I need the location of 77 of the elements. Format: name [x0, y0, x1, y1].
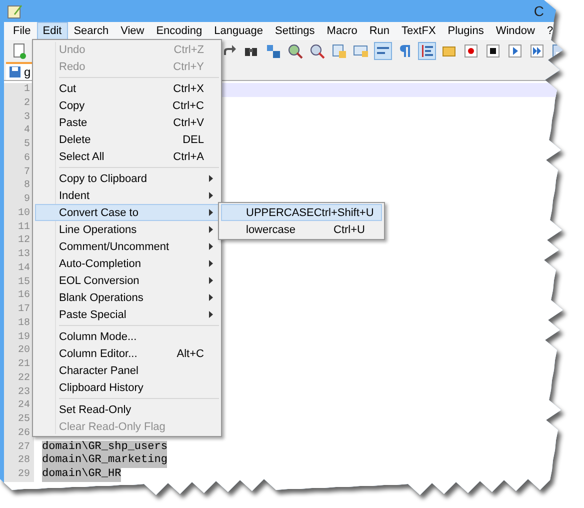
replace-icon [265, 43, 281, 59]
line-number: 17 [4, 303, 34, 317]
window-icon [331, 43, 347, 59]
line-number: 25 [4, 413, 34, 427]
menu-item[interactable]: Search [68, 22, 115, 40]
menu-item[interactable]: Window [490, 22, 541, 40]
line-number: 4 [4, 124, 34, 138]
fast-forward-icon [529, 43, 545, 59]
menu-entry[interactable]: Comment/Uncomment [35, 238, 219, 255]
menu-item[interactable]: File [7, 22, 37, 40]
stop-icon [485, 43, 501, 59]
menu-item[interactable]: Settings [269, 22, 321, 40]
menu-item[interactable]: Run [363, 22, 396, 40]
menu-entry[interactable]: Paste Ctrl+V [35, 114, 219, 131]
indent-guide-icon [419, 43, 435, 59]
submenu-arrow-icon [209, 243, 213, 250]
menu-entry[interactable]: Paste Special [35, 306, 219, 323]
line-number: 1 [4, 83, 34, 97]
submenu-arrow-icon [209, 277, 213, 284]
menu-entry[interactable]: Column Mode... [35, 328, 219, 345]
submenu-arrow-icon [209, 192, 213, 199]
zoom-in-icon [287, 43, 303, 59]
line-number: 20 [4, 344, 34, 358]
toolbar-button[interactable] [308, 42, 326, 60]
menu-entry[interactable]: Cut Ctrl+X [35, 80, 219, 97]
menu-item[interactable]: View [114, 22, 150, 40]
menu-item[interactable]: Language [208, 22, 270, 40]
record-icon [463, 43, 479, 59]
menu-entry[interactable]: Character Panel [35, 362, 219, 379]
line-number: 8 [4, 179, 34, 193]
menu-entry[interactable]: UPPERCASECtrl+Shift+U [221, 204, 382, 221]
line-number: 27 [4, 440, 34, 454]
menu-entry[interactable]: Set Read-Only [35, 401, 219, 418]
menu-item[interactable]: Macro [320, 22, 364, 40]
menu-entry[interactable]: lowercase Ctrl+U [221, 221, 382, 238]
submenu-arrow-icon [209, 311, 213, 318]
menu-entry[interactable]: Indent [35, 187, 219, 204]
submenu-arrow-icon [209, 175, 213, 182]
submenu-arrow-icon [209, 260, 213, 267]
menu-item[interactable]: Edit [36, 22, 68, 40]
line-number: 13 [4, 248, 34, 262]
menu-item[interactable]: Plugins [442, 22, 490, 40]
menu-item[interactable]: ? [540, 22, 560, 40]
new-file-icon [11, 43, 27, 59]
submenu-arrow-icon [209, 209, 213, 216]
menu-entry[interactable]: Delete DEL [35, 131, 219, 148]
menu-item[interactable]: Encoding [150, 22, 208, 40]
play-icon [507, 43, 523, 59]
menu-entry[interactable]: Copy to Clipboard [35, 170, 219, 187]
pilcrow-icon [397, 43, 413, 59]
save-icon [9, 66, 21, 78]
menu-entry[interactable]: Clipboard History [35, 379, 219, 396]
line-number: 24 [4, 399, 34, 413]
line-number: 29 [4, 468, 34, 482]
window-title: C [534, 3, 545, 19]
line-number: 9 [4, 193, 34, 207]
line-number: 28 [4, 454, 34, 468]
menu-entry[interactable]: Column Editor... Alt+C [35, 345, 219, 362]
line-number: 16 [4, 289, 34, 303]
menu-entry[interactable]: Convert Case to [35, 204, 219, 221]
menu-entry[interactable]: Line Operations [35, 221, 219, 238]
menu-entry[interactable]: EOL Conversion [35, 272, 219, 289]
zoom-out-icon [309, 43, 325, 59]
line-number: 12 [4, 234, 34, 248]
menu-entry[interactable]: Auto-Completion [35, 255, 219, 272]
line-number: 5 [4, 138, 34, 152]
app-icon [7, 3, 23, 19]
menu-item[interactable]: TextFX [396, 22, 442, 40]
menu-entry[interactable]: Blank Operations [35, 289, 219, 306]
window-icon [353, 43, 369, 59]
toolbar-button[interactable] [484, 42, 502, 60]
menu-entry[interactable]: Copy Ctrl+C [35, 97, 219, 114]
submenu-arrow-icon [209, 294, 213, 301]
submenu-arrow-icon [209, 226, 213, 233]
menu-entry[interactable]: Select All Ctrl+A [35, 148, 219, 165]
toolbar-button[interactable] [286, 42, 304, 60]
line-number: 21 [4, 358, 34, 372]
